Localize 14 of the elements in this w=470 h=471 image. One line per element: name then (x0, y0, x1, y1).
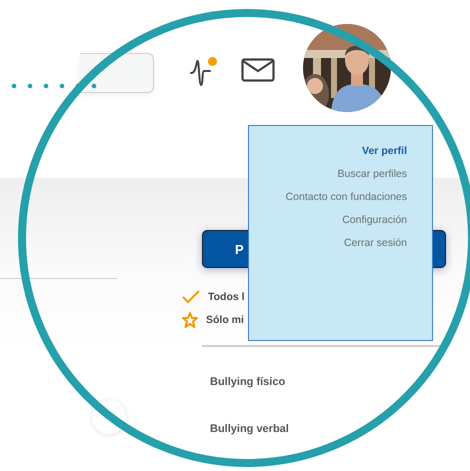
menu-item[interactable]: Ver perfil (362, 145, 407, 157)
menu-item[interactable]: Cerrar sesión (344, 237, 407, 249)
star-icon (182, 312, 198, 328)
menu-item[interactable]: Contacto con fundaciones (286, 191, 407, 203)
menu-item[interactable]: Configuración (342, 214, 407, 226)
mail-icon[interactable] (241, 58, 275, 82)
activity-icon[interactable] (190, 57, 214, 87)
notification-dot (208, 57, 217, 66)
category-item[interactable]: Bullying verbal (210, 422, 446, 434)
check-icon (182, 290, 200, 304)
menu-item[interactable]: Buscar perfiles (338, 168, 407, 180)
filter-option[interactable]: Sólo mi (206, 314, 244, 326)
filter-option[interactable]: Todos l (208, 291, 245, 303)
category-item[interactable]: Bullying físico (210, 376, 446, 388)
